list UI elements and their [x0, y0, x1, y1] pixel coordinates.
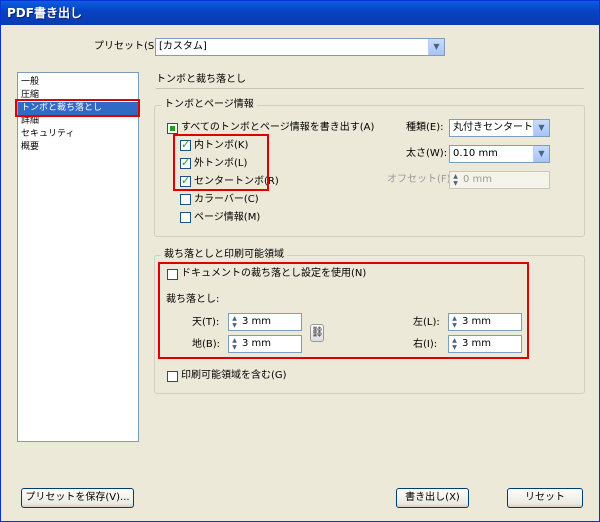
chevron-down-icon[interactable]: ▼: [428, 39, 444, 55]
spinner-icon[interactable]: ▲ ▼: [451, 173, 460, 187]
bleed-label: 裁ち落とし:: [166, 294, 220, 305]
page-info-checkbox[interactable]: [180, 212, 191, 223]
save-preset-button[interactable]: プリセットを保存(V)...: [21, 488, 134, 508]
type-label: 種類(E):: [406, 122, 444, 133]
preset-select[interactable]: [カスタム] ▼: [155, 38, 445, 56]
bleed-left-field[interactable]: ▲ ▼ 3 mm: [448, 313, 522, 331]
spinner-icon[interactable]: ▲ ▼: [450, 337, 459, 351]
offset-label: オフセット(F):: [387, 174, 454, 185]
marks-group-title: トンボとページ情報: [161, 99, 257, 111]
include-slug-checkbox[interactable]: [167, 371, 178, 382]
weight-value: 0.10 mm: [453, 148, 498, 159]
bleed-top-value: 3 mm: [242, 316, 272, 327]
link-chain-icon[interactable]: ⛓: [310, 324, 324, 342]
color-bar-label: カラーバー(C): [194, 194, 259, 205]
color-bar-checkbox[interactable]: [180, 194, 191, 205]
bleed-group-title: 裁ち落としと印刷可能領域: [161, 249, 287, 261]
bleed-left-label: 左(L):: [413, 317, 440, 328]
category-list[interactable]: 一般 圧縮 トンボと裁ち落とし 詳細 セキュリティ 概要: [17, 72, 139, 442]
use-doc-bleed-label: ドキュメントの裁ち落とし設定を使用(N): [181, 268, 367, 279]
weight-select[interactable]: 0.10 mm ▼: [449, 145, 550, 163]
offset-field[interactable]: ▲ ▼ 0 mm: [449, 171, 550, 189]
sidebar-item-summary[interactable]: 概要: [18, 141, 138, 154]
section-divider: [156, 88, 584, 89]
spinner-icon[interactable]: ▲ ▼: [230, 337, 239, 351]
page-info-label: ページ情報(M): [194, 212, 261, 223]
use-doc-bleed-checkbox[interactable]: [167, 269, 178, 280]
bleed-right-field[interactable]: ▲ ▼ 3 mm: [448, 335, 522, 353]
pdf-export-dialog: PDF書き出し プリセット(S): [カスタム] ▼ 一般 圧縮 トンボと裁ち落…: [0, 0, 600, 522]
bleed-top-field[interactable]: ▲ ▼ 3 mm: [228, 313, 302, 331]
window-title: PDF書き出し: [1, 1, 599, 25]
preset-label: プリセット(S):: [94, 41, 162, 52]
offset-value: 0 mm: [463, 174, 493, 185]
section-title: トンボと裁ち落とし: [156, 74, 246, 85]
spinner-icon[interactable]: ▲ ▼: [450, 315, 459, 329]
chevron-down-icon[interactable]: ▼: [533, 120, 549, 136]
chevron-down-icon[interactable]: ▼: [533, 146, 549, 162]
mark-type-select[interactable]: 丸付きセンタートンボ ▼: [449, 119, 550, 137]
all-marks-label: すべてのトンボとページ情報を書き出す(A): [181, 122, 375, 133]
bleed-bottom-field[interactable]: ▲ ▼ 3 mm: [228, 335, 302, 353]
highlight-trim-marks: [173, 134, 269, 191]
export-button[interactable]: 書き出し(X): [396, 488, 469, 508]
highlight-sidebar-selection: [15, 99, 140, 117]
sidebar-item-security[interactable]: セキュリティ: [18, 128, 138, 141]
reset-button[interactable]: リセット: [507, 488, 583, 508]
bleed-right-label: 右(I):: [413, 339, 438, 350]
bleed-bottom-value: 3 mm: [242, 338, 272, 349]
sidebar-item-general[interactable]: 一般: [18, 76, 138, 89]
all-marks-checkbox[interactable]: [167, 123, 178, 134]
bleed-left-value: 3 mm: [462, 316, 492, 327]
weight-label: 太さ(W):: [406, 148, 448, 159]
bleed-right-value: 3 mm: [462, 338, 492, 349]
spinner-icon[interactable]: ▲ ▼: [230, 315, 239, 329]
bleed-top-label: 天(T):: [192, 317, 220, 328]
bleed-bottom-label: 地(B):: [192, 339, 221, 350]
include-slug-label: 印刷可能領域を含む(G): [181, 370, 287, 381]
preset-value: [カスタム]: [159, 41, 207, 52]
